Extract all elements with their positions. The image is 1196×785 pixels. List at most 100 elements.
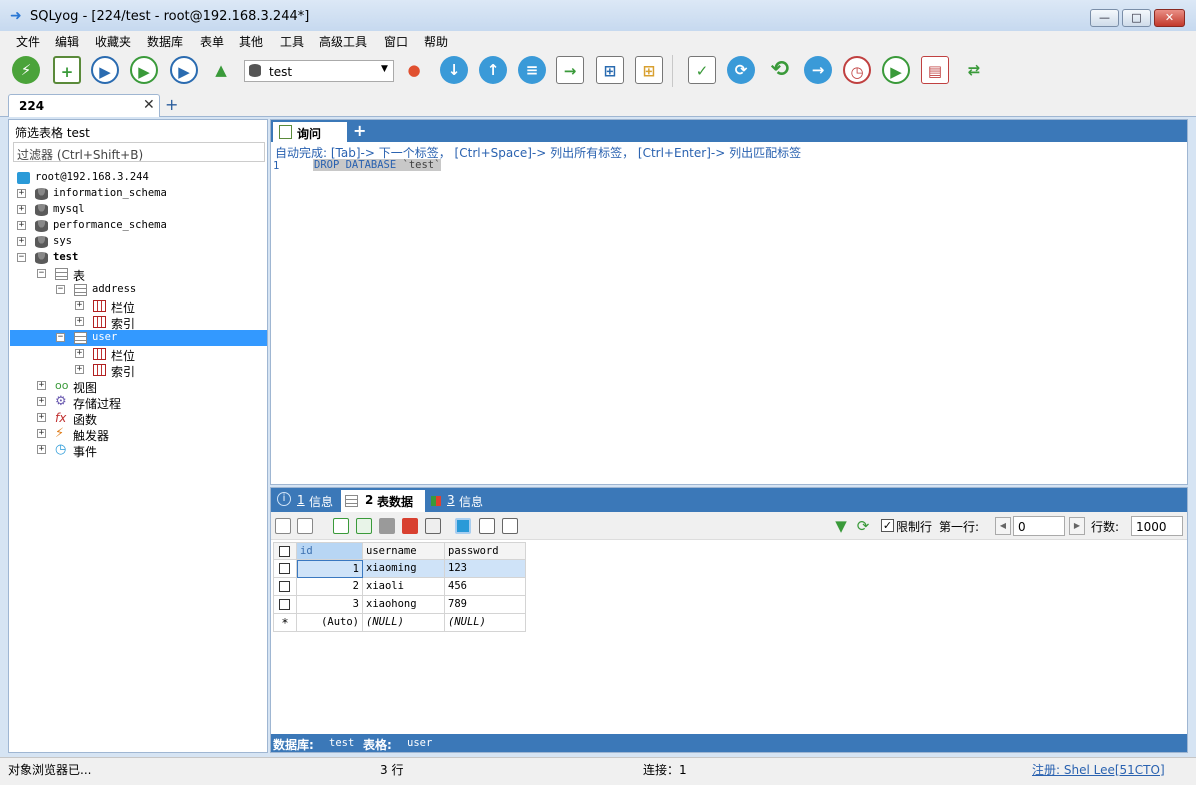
expand-icon[interactable]: +	[75, 349, 84, 358]
close-window-button[interactable]: ✕	[1154, 9, 1185, 27]
expand-icon[interactable]: +	[17, 189, 26, 198]
scheduler-clock-icon[interactable]: ◷	[843, 56, 871, 84]
tab-table-data[interactable]: 2 表数据	[341, 490, 425, 512]
tree-events[interactable]: + ◷ 事件	[13, 442, 263, 459]
collapse-icon[interactable]: −	[56, 285, 65, 294]
tree-indexes[interactable]: + 索引	[13, 362, 263, 379]
expand-icon[interactable]: +	[37, 381, 46, 390]
menu-help[interactable]: 帮助	[424, 33, 448, 50]
next-page-icon[interactable]: ▶	[1069, 517, 1085, 535]
first-row-input[interactable]: 0	[1013, 516, 1065, 536]
migrate-icon[interactable]: →	[804, 56, 832, 84]
menu-favorites[interactable]: 收藏夹	[95, 33, 131, 50]
registration-link[interactable]: 注册: Shel Lee[51CTO]	[1032, 761, 1165, 778]
tree-procedures[interactable]: + ⚙ 存储过程	[13, 394, 263, 411]
row-checkbox[interactable]	[279, 563, 290, 574]
duplicate-row-icon[interactable]	[356, 518, 372, 534]
tree-functions[interactable]: + fx 函数	[13, 410, 263, 427]
copy-table-icon[interactable]: →	[556, 56, 584, 84]
expand-icon[interactable]: +	[17, 205, 26, 214]
collapse-icon[interactable]: −	[56, 333, 65, 342]
minimize-button[interactable]: —	[1090, 9, 1119, 27]
row-checkbox-cell[interactable]	[273, 560, 297, 578]
table-cell-password[interactable]: 123	[445, 560, 526, 578]
row-checkbox[interactable]	[279, 599, 290, 610]
schema-icon[interactable]: ⊞	[635, 56, 663, 84]
close-icon[interactable]: ✕	[143, 97, 155, 113]
report-icon[interactable]: ▤	[921, 56, 949, 84]
table-diagram-icon[interactable]: ⊞	[596, 56, 624, 84]
expand-icon[interactable]: +	[17, 221, 26, 230]
add-row-icon[interactable]	[333, 518, 349, 534]
tree-tables-folder[interactable]: − 表	[13, 266, 263, 283]
table-cell-username[interactable]: xiaoli	[363, 578, 445, 596]
tree-indexes[interactable]: + 索引	[13, 314, 263, 331]
menu-edit[interactable]: 编辑	[55, 33, 79, 50]
column-header-username[interactable]: username	[363, 542, 445, 560]
export-icon[interactable]	[297, 518, 313, 534]
menu-advanced-tools[interactable]: 高级工具	[319, 33, 367, 50]
filter-icon[interactable]: ▼	[833, 518, 849, 534]
tree-table-address[interactable]: − address	[13, 282, 263, 298]
table-cell-username[interactable]: xiaoming	[363, 560, 445, 578]
check-list-icon[interactable]: ✓	[688, 56, 716, 84]
execute-job-icon[interactable]: ▶	[882, 56, 910, 84]
menu-file[interactable]: 文件	[16, 33, 40, 50]
sync-db-icon[interactable]: ≡	[518, 56, 546, 84]
column-header-id[interactable]: id	[297, 542, 363, 560]
tree-columns[interactable]: + 栏位	[13, 298, 263, 315]
refresh-icon[interactable]: ⟲	[766, 56, 794, 84]
collapse-icon[interactable]: −	[17, 253, 26, 262]
schedule-sync-icon[interactable]: ⟳	[727, 56, 755, 84]
row-checkbox-cell[interactable]	[273, 578, 297, 596]
refresh-icon[interactable]: ⟳	[855, 518, 871, 534]
table-cell-password[interactable]: (NULL)	[445, 614, 526, 632]
tree-db[interactable]: + sys	[13, 234, 263, 250]
expand-icon[interactable]: +	[37, 413, 46, 422]
table-cell-password[interactable]: 456	[445, 578, 526, 596]
insert-row-icon[interactable]	[275, 518, 291, 534]
tree-db-test[interactable]: − test	[13, 250, 263, 266]
table-cell-username[interactable]: xiaohong	[363, 596, 445, 614]
select-all-checkbox[interactable]	[279, 546, 290, 557]
filter-input[interactable]: 过滤器 (Ctrl+Shift+B)	[13, 142, 265, 162]
shapes-icon[interactable]: ▲	[207, 56, 235, 84]
execute-all-icon[interactable]: ▶	[130, 56, 158, 84]
collapse-icon[interactable]: −	[37, 269, 46, 278]
expand-icon[interactable]: +	[75, 301, 84, 310]
menu-table[interactable]: 表单	[200, 33, 224, 50]
expand-icon[interactable]: +	[37, 397, 46, 406]
expand-icon[interactable]: +	[75, 317, 84, 326]
add-query-tab-button[interactable]: +	[353, 121, 366, 140]
execute-edit-icon[interactable]: ▶	[170, 56, 198, 84]
column-header-password[interactable]: password	[445, 542, 526, 560]
find-icon[interactable]	[425, 518, 441, 534]
menu-window[interactable]: 窗口	[384, 33, 408, 50]
grid-view-icon[interactable]	[455, 518, 471, 534]
delete-icon[interactable]	[402, 518, 418, 534]
tree-server[interactable]: root@192.168.3.244	[13, 170, 263, 186]
backup-db-icon[interactable]: ↑	[479, 56, 507, 84]
save-icon[interactable]	[379, 518, 395, 534]
prev-page-icon[interactable]: ◀	[995, 517, 1011, 535]
expand-icon[interactable]: +	[37, 445, 46, 454]
table-cell-password[interactable]: 789	[445, 596, 526, 614]
execute-query-icon[interactable]: ▶	[91, 56, 119, 84]
table-cell-id[interactable]: 2	[297, 578, 363, 596]
expand-icon[interactable]: +	[75, 365, 84, 374]
table-cell-id[interactable]: 1	[297, 560, 363, 578]
menu-tools[interactable]: 工具	[280, 33, 304, 50]
query-tab[interactable]: 询问	[273, 122, 347, 142]
connection-tab[interactable]: 224 ✕	[8, 94, 160, 117]
table-cell-id[interactable]: 3	[297, 596, 363, 614]
text-view-icon[interactable]	[502, 518, 518, 534]
tree-db[interactable]: + performance_schema	[13, 218, 263, 234]
row-count-input[interactable]: 1000	[1131, 516, 1183, 536]
row-checkbox-cell[interactable]	[273, 596, 297, 614]
menu-other[interactable]: 其他	[239, 33, 263, 50]
tree-db[interactable]: + mysql	[13, 202, 263, 218]
maximize-button[interactable]: □	[1122, 9, 1151, 27]
expand-icon[interactable]: +	[17, 237, 26, 246]
user-manager-icon[interactable]: ●	[400, 56, 428, 84]
data-compare-icon[interactable]: ⇄	[960, 56, 988, 84]
